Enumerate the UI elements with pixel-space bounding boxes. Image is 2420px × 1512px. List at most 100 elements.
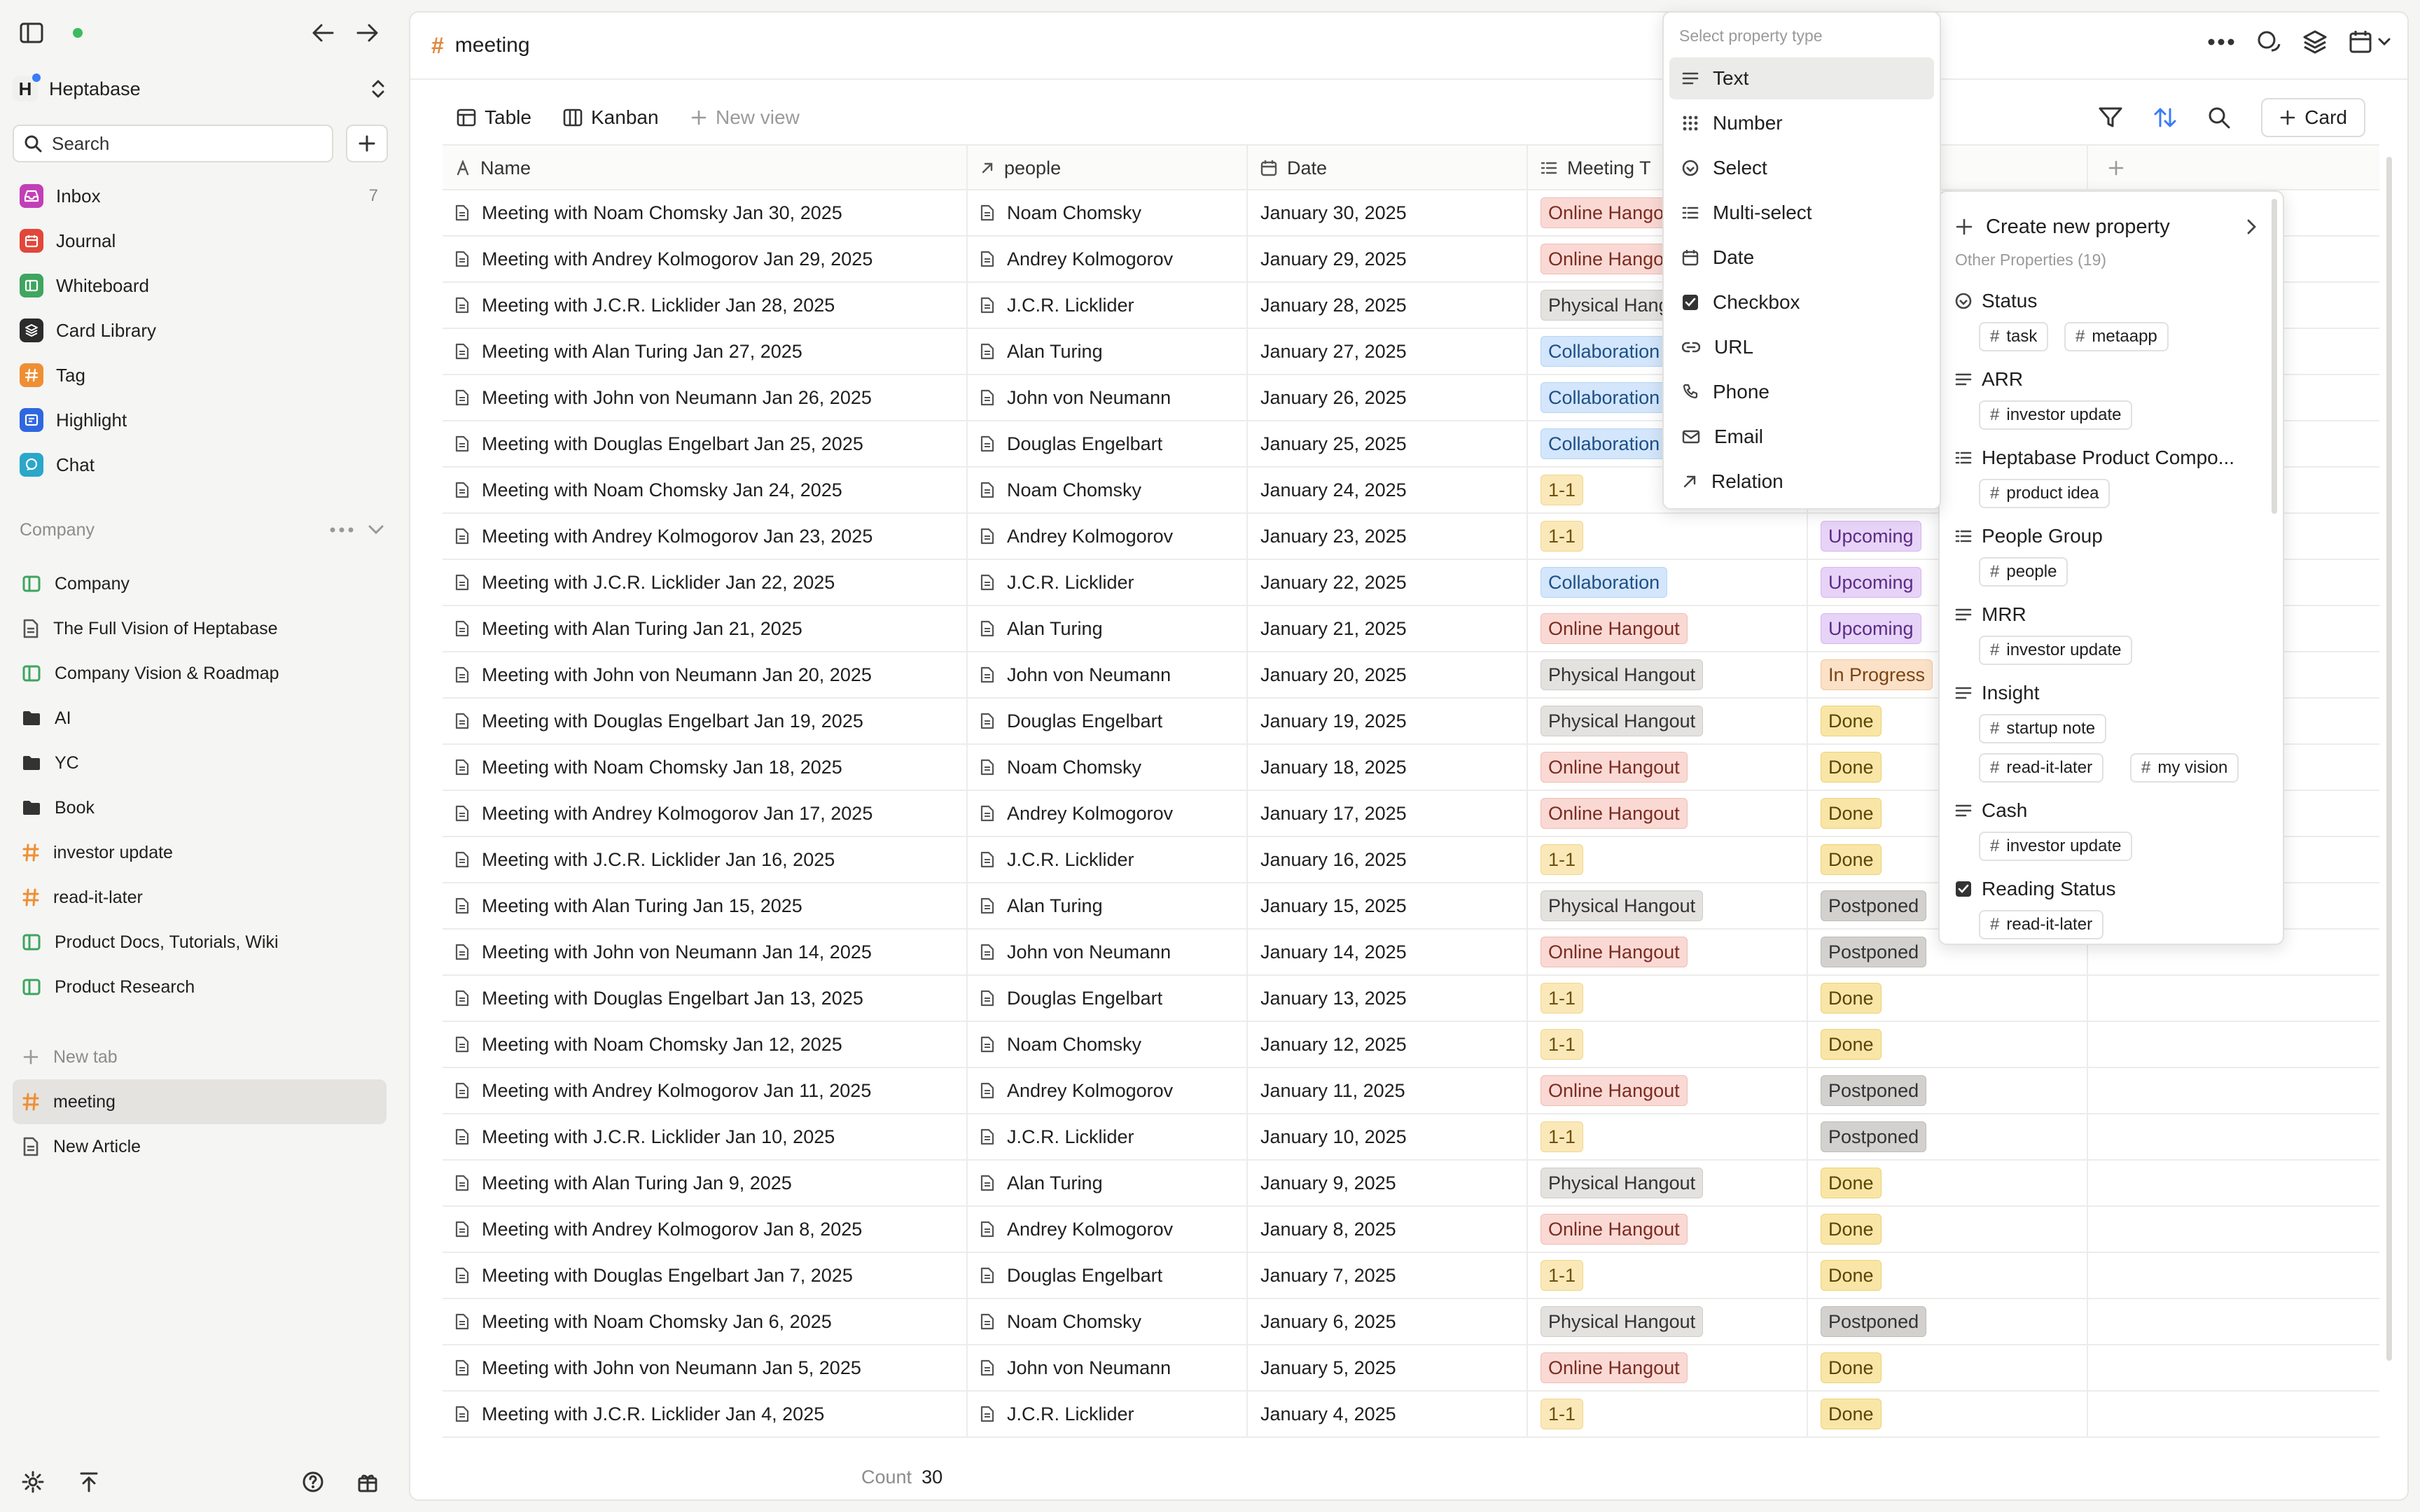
cell-people[interactable]: Alan Turing (968, 606, 1248, 651)
cell-name[interactable]: Meeting with Noam Chomsky Jan 6, 2025 (443, 1299, 968, 1344)
type-option-checkbox[interactable]: Checkbox (1669, 281, 1934, 323)
cell-people[interactable]: Alan Turing (968, 1161, 1248, 1205)
cell-date[interactable]: January 13, 2025 (1248, 976, 1528, 1021)
cell-people[interactable]: Noam Chomsky (968, 1299, 1248, 1344)
cell-meeting-type[interactable]: Online Hangout (1528, 606, 1808, 651)
table-row[interactable]: Meeting with Andrey Kolmogorov Jan 8, 20… (443, 1207, 2379, 1253)
cell-name[interactable]: Meeting with Alan Turing Jan 27, 2025 (443, 329, 968, 374)
cell-name[interactable]: Meeting with Noam Chomsky Jan 18, 2025 (443, 745, 968, 790)
type-option-date[interactable]: Date (1669, 237, 1934, 279)
cell-people[interactable]: J.C.R. Licklider (968, 1114, 1248, 1159)
cell-name[interactable]: Meeting with Douglas Engelbart Jan 7, 20… (443, 1253, 968, 1298)
cell-people[interactable]: J.C.R. Licklider (968, 560, 1248, 605)
type-option-number[interactable]: Number (1669, 102, 1934, 144)
tree-item-ai[interactable]: AI (13, 696, 387, 741)
cell-date[interactable]: January 20, 2025 (1248, 652, 1528, 697)
cell-status[interactable]: Done (1808, 1161, 2088, 1205)
cell-people[interactable]: Alan Turing (968, 883, 1248, 928)
type-option-multi-select[interactable]: Multi-select (1669, 192, 1934, 234)
chevron-down-icon[interactable] (368, 525, 384, 535)
new-view-button[interactable]: New view (690, 98, 800, 137)
cell-empty[interactable] (2088, 1161, 2379, 1205)
table-row[interactable]: Meeting with Douglas Engelbart Jan 7, 20… (443, 1253, 2379, 1299)
table-row[interactable]: Meeting with J.C.R. Licklider Jan 10, 20… (443, 1114, 2379, 1161)
cell-empty[interactable] (2088, 1345, 2379, 1390)
cell-date[interactable]: January 12, 2025 (1248, 1022, 1528, 1067)
tree-item-book[interactable]: Book (13, 785, 387, 830)
tree-item-product-docs[interactable]: Product Docs, Tutorials, Wiki (13, 920, 387, 965)
tree-item-investor-update[interactable]: investor update (13, 830, 387, 875)
sidebar-item-highlight[interactable]: Highlight (13, 398, 387, 442)
tab-new-article[interactable]: New Article (13, 1124, 387, 1169)
cell-name[interactable]: Meeting with Douglas Engelbart Jan 13, 2… (443, 976, 968, 1021)
cell-date[interactable]: January 14, 2025 (1248, 930, 1528, 974)
sort-icon[interactable] (2153, 106, 2177, 129)
new-tab-button[interactable]: New tab (13, 1035, 387, 1079)
cell-status[interactable]: Done (1808, 1253, 2088, 1298)
property-item-people-group[interactable]: People Group (1955, 525, 2103, 547)
property-item-cash[interactable]: Cash (1955, 799, 2027, 822)
cell-status[interactable]: Done (1808, 976, 2088, 1021)
cell-meeting-type[interactable]: 1-1 (1528, 837, 1808, 882)
page-title[interactable]: meeting (455, 34, 530, 57)
back-button[interactable] (305, 15, 340, 50)
cell-people[interactable]: John von Neumann (968, 1345, 1248, 1390)
cell-date[interactable]: January 30, 2025 (1248, 190, 1528, 235)
cell-date[interactable]: January 27, 2025 (1248, 329, 1528, 374)
cell-name[interactable]: Meeting with J.C.R. Licklider Jan 4, 202… (443, 1392, 968, 1436)
cell-date[interactable]: January 7, 2025 (1248, 1253, 1528, 1298)
cell-people[interactable]: John von Neumann (968, 375, 1248, 420)
cell-name[interactable]: Meeting with Noam Chomsky Jan 12, 2025 (443, 1022, 968, 1067)
cell-meeting-type[interactable]: Physical Hangout (1528, 1299, 1808, 1344)
cell-meeting-type[interactable]: 1-1 (1528, 1253, 1808, 1298)
cell-name[interactable]: Meeting with Andrey Kolmogorov Jan 8, 20… (443, 1207, 968, 1252)
type-option-phone[interactable]: Phone (1669, 371, 1934, 413)
cell-date[interactable]: January 15, 2025 (1248, 883, 1528, 928)
column-header-name[interactable]: Name (443, 146, 968, 190)
cell-date[interactable]: January 11, 2025 (1248, 1068, 1528, 1113)
cell-name[interactable]: Meeting with Andrey Kolmogorov Jan 23, 2… (443, 514, 968, 559)
cell-date[interactable]: January 29, 2025 (1248, 237, 1528, 281)
table-row[interactable]: Meeting with Andrey Kolmogorov Jan 11, 2… (443, 1068, 2379, 1114)
type-option-select[interactable]: Select (1669, 147, 1934, 189)
cell-people[interactable]: Noam Chomsky (968, 190, 1248, 235)
cell-name[interactable]: Meeting with J.C.R. Licklider Jan 10, 20… (443, 1114, 968, 1159)
cell-people[interactable]: Douglas Engelbart (968, 1253, 1248, 1298)
cell-empty[interactable] (2088, 976, 2379, 1021)
cell-status[interactable]: Done (1808, 1345, 2088, 1390)
cell-date[interactable]: January 5, 2025 (1248, 1345, 1528, 1390)
cell-meeting-type[interactable]: Collaboration (1528, 560, 1808, 605)
cell-status[interactable]: Postponed (1808, 1114, 2088, 1159)
cell-date[interactable]: January 23, 2025 (1248, 514, 1528, 559)
sidebar-item-card-library[interactable]: Card Library (13, 308, 387, 353)
cell-status[interactable]: Postponed (1808, 1068, 2088, 1113)
workspace-switcher[interactable]: H Heptabase (13, 70, 387, 108)
cell-meeting-type[interactable]: Physical Hangout (1528, 1161, 1808, 1205)
cell-people[interactable]: Alan Turing (968, 329, 1248, 374)
cell-date[interactable]: January 21, 2025 (1248, 606, 1528, 651)
cell-date[interactable]: January 25, 2025 (1248, 421, 1528, 466)
cell-meeting-type[interactable]: Online Hangout (1528, 1068, 1808, 1113)
cell-date[interactable]: January 16, 2025 (1248, 837, 1528, 882)
cell-empty[interactable] (2088, 1114, 2379, 1159)
column-header-date[interactable]: Date (1248, 146, 1528, 190)
cell-meeting-type[interactable]: Online Hangout (1528, 1345, 1808, 1390)
cell-name[interactable]: Meeting with J.C.R. Licklider Jan 28, 20… (443, 283, 968, 328)
cell-date[interactable]: January 24, 2025 (1248, 468, 1528, 512)
property-item-heptabase-product-components[interactable]: Heptabase Product Compo... (1955, 447, 2234, 469)
export-button[interactable] (71, 1464, 106, 1499)
cell-meeting-type[interactable]: Physical Hangout (1528, 652, 1808, 697)
table-row[interactable]: Meeting with Noam Chomsky Jan 6, 2025 Noa… (443, 1299, 2379, 1345)
cell-meeting-type[interactable]: 1-1 (1528, 1392, 1808, 1436)
type-option-text[interactable]: Text (1669, 57, 1934, 99)
cell-date[interactable]: January 18, 2025 (1248, 745, 1528, 790)
column-header-people[interactable]: people (968, 146, 1248, 190)
tab-kanban[interactable]: Kanban (563, 98, 659, 137)
cell-status[interactable]: Done (1808, 1022, 2088, 1067)
cell-date[interactable]: January 22, 2025 (1248, 560, 1528, 605)
add-column-button[interactable] (2088, 146, 2379, 190)
property-item-status[interactable]: Status (1955, 290, 2037, 312)
table-row[interactable]: Meeting with Alan Turing Jan 9, 2025 Alan… (443, 1161, 2379, 1207)
tree-item-company[interactable]: Company (13, 561, 387, 606)
cell-status[interactable]: Done (1808, 1392, 2088, 1436)
